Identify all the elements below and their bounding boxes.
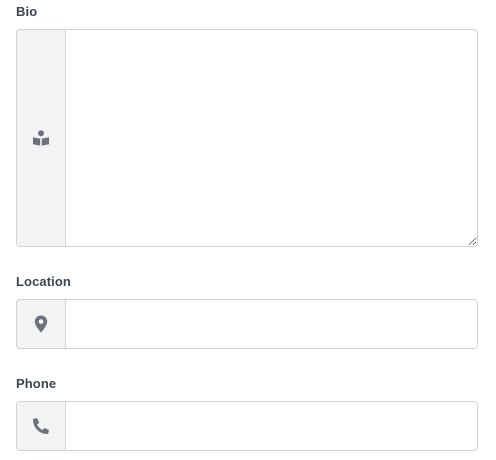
bio-textarea[interactable] [66,30,477,246]
bio-field-group [16,29,478,247]
map-marker-icon [34,315,48,333]
phone-icon [33,418,49,434]
location-addon [17,300,66,348]
phone-label: Phone [16,376,57,391]
location-label: Location [16,274,71,289]
book-reader-icon [32,130,50,146]
phone-input[interactable] [66,402,477,450]
location-input[interactable] [66,300,477,348]
bio-addon [17,30,66,246]
phone-field-group [16,401,478,451]
phone-addon [17,402,66,450]
bio-label: Bio [16,4,38,19]
location-field-group [16,299,478,349]
